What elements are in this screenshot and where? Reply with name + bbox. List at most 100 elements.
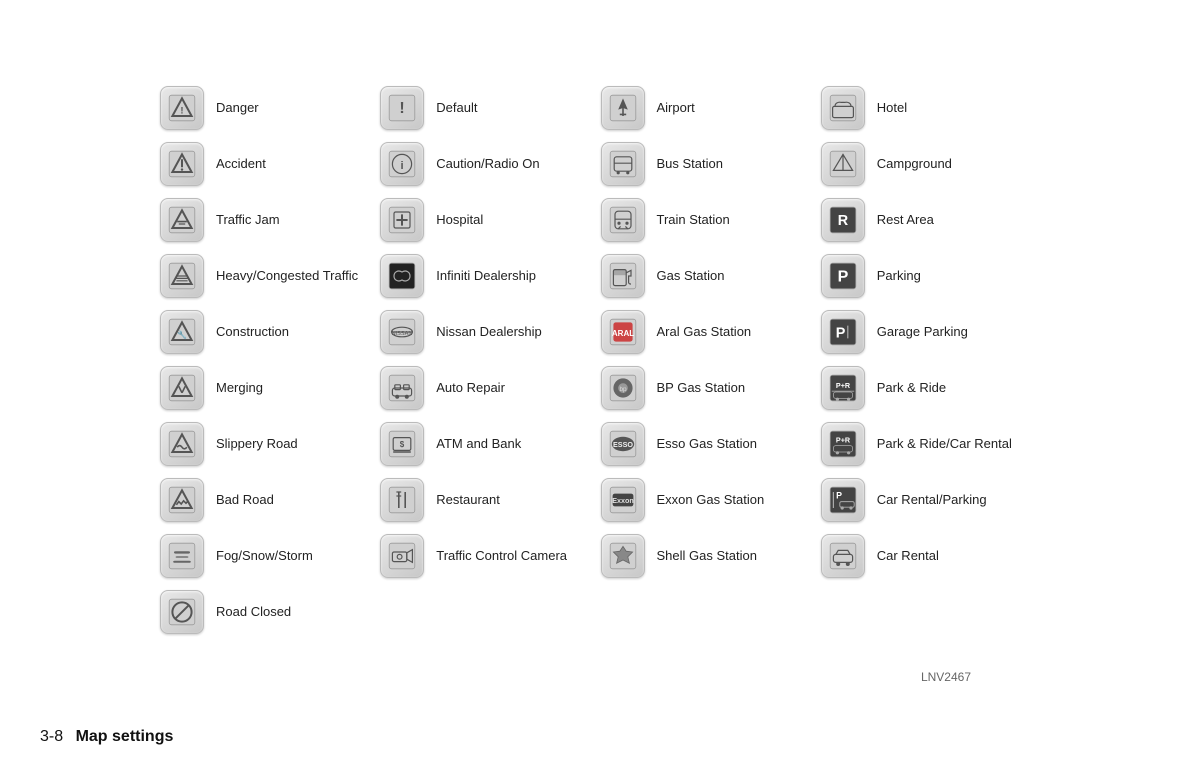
caution-radio-label: Caution/Radio On xyxy=(436,156,539,173)
aral-gas-label: Aral Gas Station xyxy=(657,324,752,341)
list-item: Slippery Road xyxy=(160,416,370,472)
bp-gas-icon: bp xyxy=(601,366,645,410)
park-ride-rental-icon: P+R xyxy=(821,422,865,466)
caution-radio-icon: i xyxy=(380,142,424,186)
list-item: i Caution/Radio On xyxy=(380,136,590,192)
list-item: Merging xyxy=(160,360,370,416)
svg-text:P: P xyxy=(837,269,848,286)
svg-text:ARAL: ARAL xyxy=(611,329,633,338)
heavy-traffic-label: Heavy/Congested Traffic xyxy=(216,268,358,285)
bus-station-label: Bus Station xyxy=(657,156,724,173)
campground-icon xyxy=(821,142,865,186)
bus-station-icon xyxy=(601,142,645,186)
hotel-icon xyxy=(821,86,865,130)
rest-area-label: Rest Area xyxy=(877,212,934,229)
shell-gas-icon xyxy=(601,534,645,578)
list-item: Bus Station xyxy=(601,136,811,192)
road-closed-icon xyxy=(160,590,204,634)
svg-text:bp: bp xyxy=(619,386,627,393)
list-item: P Garage Parking xyxy=(821,304,1031,360)
hotel-label: Hotel xyxy=(877,100,907,117)
train-station-label: Train Station xyxy=(657,212,730,229)
list-item: Shell Gas Station xyxy=(601,528,811,584)
column-3: Airport Bus Station Train Station Gas St… xyxy=(601,80,811,640)
list-item: Campground xyxy=(821,136,1031,192)
svg-text:!: ! xyxy=(180,106,183,117)
atm-bank-label: ATM and Bank xyxy=(436,436,521,453)
icons-grid: ! Danger Accident Traffic Jam xyxy=(160,80,1031,640)
hospital-icon xyxy=(380,198,424,242)
footer-number: 3-8 xyxy=(40,728,63,745)
list-item: Restaurant xyxy=(380,472,590,528)
bp-gas-label: BP Gas Station xyxy=(657,380,746,397)
parking-icon: P xyxy=(821,254,865,298)
column-2: ! Default i Caution/Radio On Hospital xyxy=(380,80,590,640)
page-footer: 3-8 Map settings xyxy=(0,728,1191,746)
list-item: Car Rental xyxy=(821,528,1031,584)
footer-title: Map settings xyxy=(76,728,174,745)
svg-text:i: i xyxy=(401,160,404,172)
list-item: Hotel xyxy=(821,80,1031,136)
list-item: Bad Road xyxy=(160,472,370,528)
svg-text:P+R: P+R xyxy=(836,381,851,390)
main-content: ! Danger Accident Traffic Jam xyxy=(0,0,1191,724)
list-item: P Parking xyxy=(821,248,1031,304)
default-icon: ! xyxy=(380,86,424,130)
car-rental-label: Car Rental xyxy=(877,548,939,565)
list-item: ARAL Aral Gas Station xyxy=(601,304,811,360)
svg-text:NISSAN: NISSAN xyxy=(392,331,413,337)
fog-label: Fog/Snow/Storm xyxy=(216,548,313,565)
fog-icon xyxy=(160,534,204,578)
parking-label: Parking xyxy=(877,268,921,285)
auto-repair-label: Auto Repair xyxy=(436,380,505,397)
list-item: Infiniti Dealership xyxy=(380,248,590,304)
car-rental-parking-label: Car Rental/Parking xyxy=(877,492,987,509)
auto-repair-icon xyxy=(380,366,424,410)
list-item: Hospital xyxy=(380,192,590,248)
column-1: ! Danger Accident Traffic Jam xyxy=(160,80,370,640)
danger-icon: ! xyxy=(160,86,204,130)
list-item: Gas Station xyxy=(601,248,811,304)
construction-label: Construction xyxy=(216,324,289,341)
list-item: NISSAN Nissan Dealership xyxy=(380,304,590,360)
infiniti-label: Infiniti Dealership xyxy=(436,268,536,285)
garage-parking-label: Garage Parking xyxy=(877,324,968,341)
construction-icon: 🔧 xyxy=(160,310,204,354)
default-label: Default xyxy=(436,100,477,117)
nissan-icon: NISSAN xyxy=(380,310,424,354)
hospital-label: Hospital xyxy=(436,212,483,229)
restaurant-label: Restaurant xyxy=(436,492,500,509)
traffic-jam-icon xyxy=(160,198,204,242)
list-item: Airport xyxy=(601,80,811,136)
svg-text:P: P xyxy=(836,490,842,500)
list-item: bp BP Gas Station xyxy=(601,360,811,416)
slippery-label: Slippery Road xyxy=(216,436,298,453)
list-item: Auto Repair xyxy=(380,360,590,416)
infiniti-icon xyxy=(380,254,424,298)
svg-text:!: ! xyxy=(400,100,405,117)
list-item: $ ATM and Bank xyxy=(380,416,590,472)
svg-text:P: P xyxy=(836,326,846,342)
gas-station-icon xyxy=(601,254,645,298)
list-item: Train Station xyxy=(601,192,811,248)
svg-text:P+R: P+R xyxy=(836,435,851,444)
traffic-camera-icon xyxy=(380,534,424,578)
aral-gas-icon: ARAL xyxy=(601,310,645,354)
svg-text:$: $ xyxy=(400,440,405,449)
exxon-gas-label: Exxon Gas Station xyxy=(657,492,765,509)
car-rental-icon xyxy=(821,534,865,578)
atm-bank-icon: $ xyxy=(380,422,424,466)
list-item: P+R Park & Ride/Car Rental xyxy=(821,416,1031,472)
road-closed-label: Road Closed xyxy=(216,604,291,621)
airport-icon xyxy=(601,86,645,130)
merging-icon xyxy=(160,366,204,410)
gas-station-label: Gas Station xyxy=(657,268,725,285)
list-item: P Car Rental/Parking xyxy=(821,472,1031,528)
campground-label: Campground xyxy=(877,156,952,173)
list-item: Exxon Exxon Gas Station xyxy=(601,472,811,528)
svg-text:Exxon: Exxon xyxy=(612,496,634,505)
garage-parking-icon: P xyxy=(821,310,865,354)
list-item: Road Closed xyxy=(160,584,370,640)
list-item: Fog/Snow/Storm xyxy=(160,528,370,584)
park-ride-icon: P+R xyxy=(821,366,865,410)
